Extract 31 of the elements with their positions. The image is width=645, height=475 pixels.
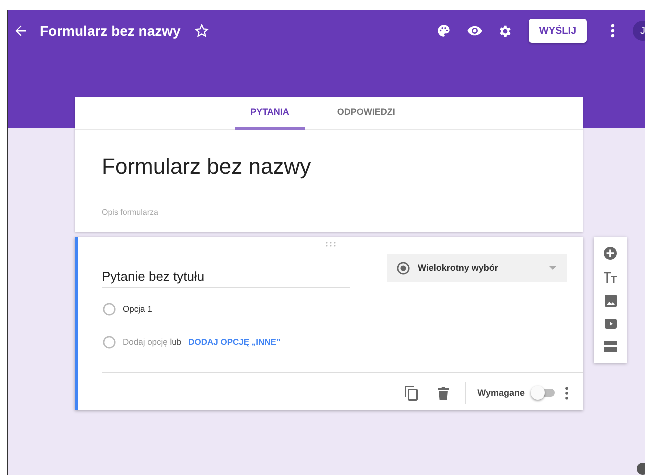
radio-icon [103,336,116,348]
dropdown-caret-icon [549,266,557,270]
required-toggle[interactable] [531,387,555,399]
drag-handle-icon[interactable] [326,242,336,247]
video-icon[interactable] [604,319,616,329]
required-label: Wymagane [478,388,525,398]
add-other-link[interactable]: DODAJ OPCJĘ „INNE” [188,337,281,347]
section-icon[interactable] [604,341,617,352]
trash-icon[interactable] [438,386,449,400]
image-icon[interactable] [604,295,616,307]
tab[interactable]: PYTANIA [234,97,306,130]
send-button[interactable]: WYŚLIJ [529,19,587,43]
user-avatar[interactable]: J [633,21,645,41]
more-options-icon[interactable] [565,386,569,400]
option-field[interactable]: Opcja 1 [123,304,152,314]
palette-icon[interactable] [437,24,451,38]
question-type-dropdown[interactable]: Wielokrotny wybór [387,254,567,282]
star-icon[interactable] [194,24,209,38]
settings-icon[interactable] [498,24,513,38]
add-icon[interactable] [604,247,617,260]
tab[interactable]: ODPOWIEDZI [321,97,412,130]
copy-icon[interactable] [404,386,418,400]
radio-icon [103,302,116,316]
back-arrow-icon[interactable] [15,25,27,37]
add-option-text[interactable]: Dodaj opcję lub [123,337,182,347]
text-size-icon[interactable] [604,272,617,283]
more-menu-icon[interactable] [611,24,615,38]
form-title-field[interactable]: Formularz bez nazwy [102,154,583,180]
form-title: Formularz bez nazwy [40,23,181,39]
question-title-field[interactable]: Pytanie bez tytułu [102,254,350,288]
radio-checked-icon [397,262,410,274]
